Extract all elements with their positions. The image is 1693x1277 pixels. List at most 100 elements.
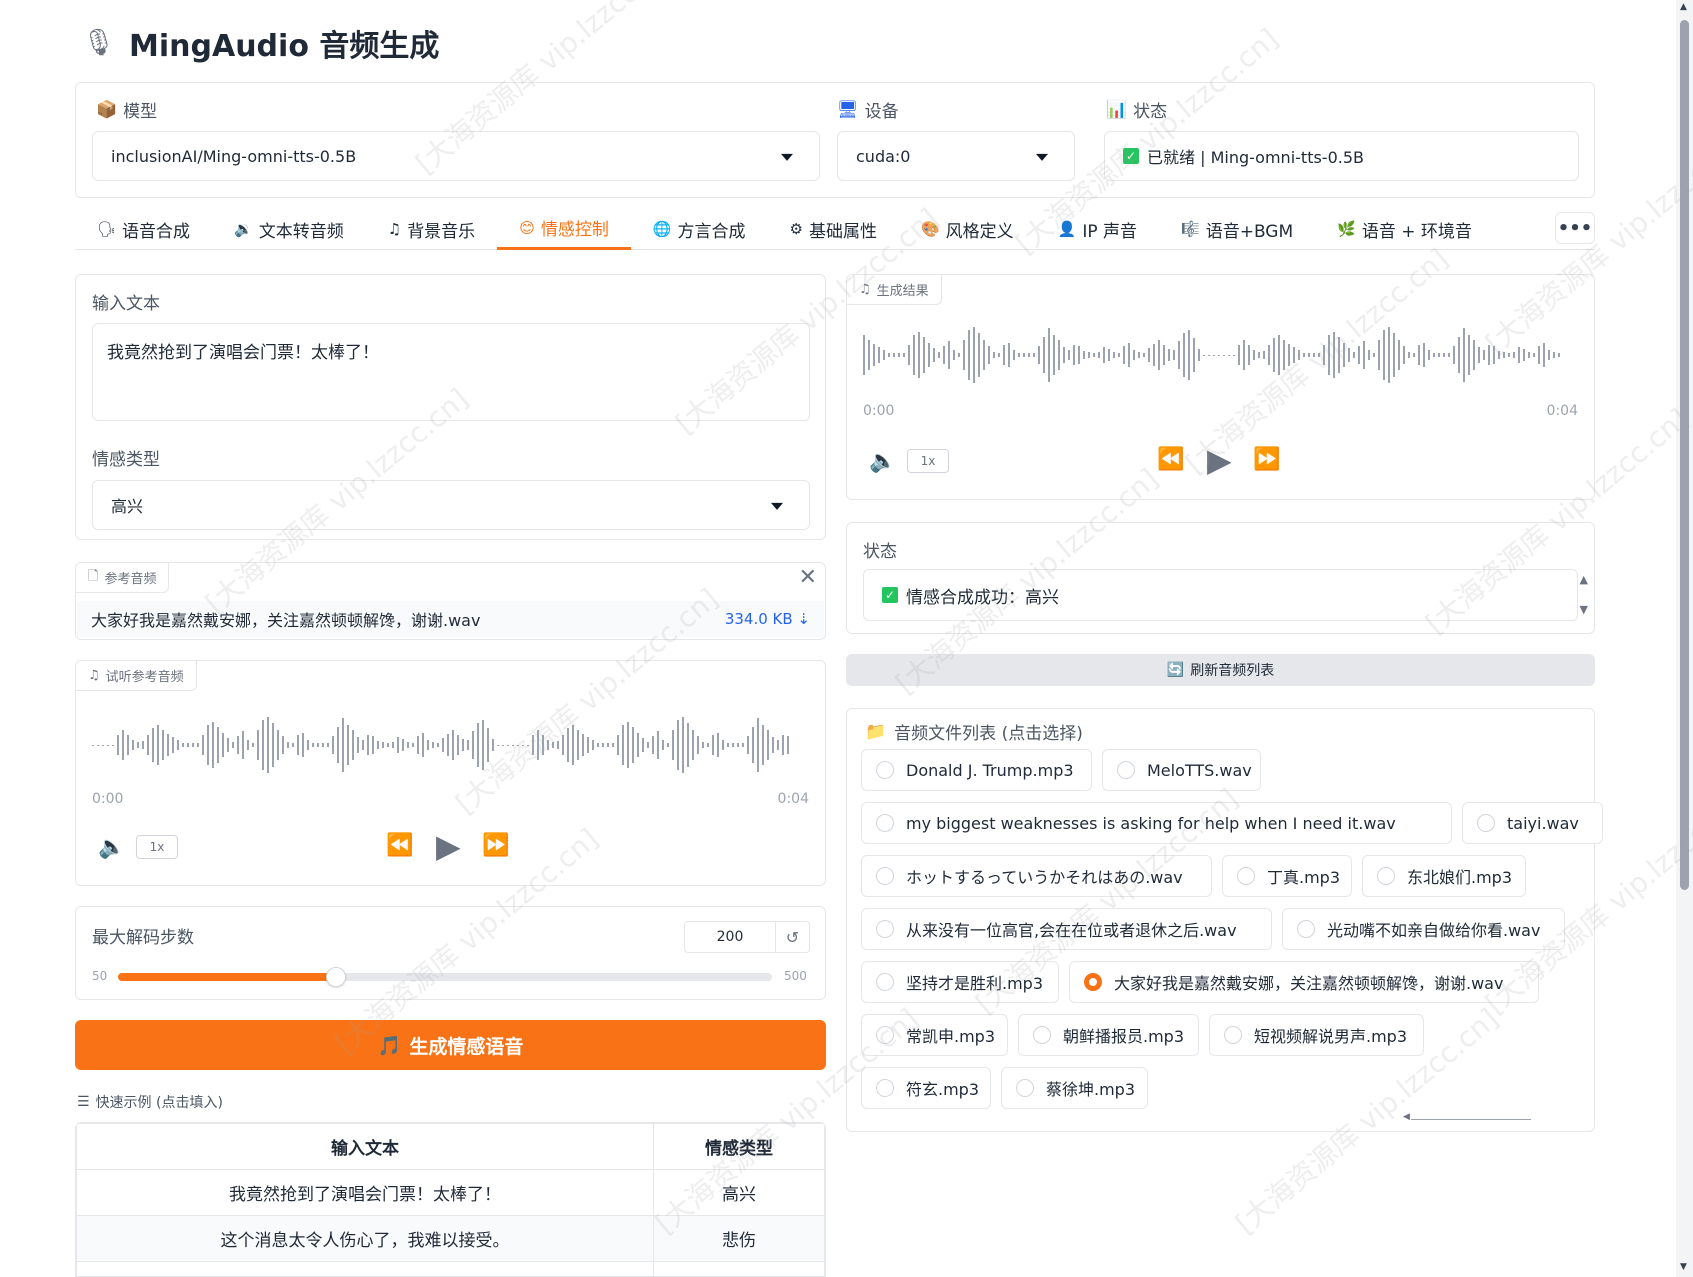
reference-file-row[interactable]: 大家好我是嘉然戴安娜，关注嘉然顿顿解馋，谢谢.wav 334.0 KB ⇣ — [77, 601, 824, 637]
waveform[interactable] — [863, 319, 1578, 391]
scrollbar-thumb[interactable] — [1680, 20, 1689, 890]
radio-button[interactable] — [876, 761, 894, 779]
radio-button[interactable] — [876, 973, 894, 991]
tab-3[interactable]: ♫ 背景音乐 — [366, 208, 497, 250]
radio-button[interactable] — [876, 814, 894, 832]
tab-1[interactable]: 🗣 语音合成 — [75, 208, 212, 250]
waveform-bar — [302, 733, 304, 757]
audio-file-option[interactable]: 丁真.mp3 — [1222, 855, 1352, 897]
tab-8[interactable]: 👤 IP 声音 — [1036, 208, 1159, 250]
waveform-bar — [392, 742, 394, 748]
tab-4[interactable]: 😊 情感控制 — [497, 208, 631, 250]
audio-file-option[interactable]: 蔡徐坤.mp3 — [1001, 1067, 1148, 1109]
table-row[interactable] — [76, 1261, 825, 1276]
audio-file-option[interactable]: 大家好我是嘉然戴安娜，关注嘉然顿顿解馋，谢谢.wav — [1069, 961, 1539, 1003]
tab-2[interactable]: 🔉 文本转音频 — [212, 208, 366, 250]
status-field: ✓ 已就绪 | Ming-omni-tts-0.5B — [1104, 131, 1579, 181]
audio-file-option[interactable]: taiyi.wav — [1462, 802, 1603, 844]
more-tabs-button[interactable]: ••• — [1555, 212, 1595, 244]
volume-icon[interactable]: 🔈 — [98, 835, 125, 860]
reset-icon[interactable]: ↺ — [776, 921, 810, 953]
waveform-bar — [1308, 353, 1310, 357]
close-icon[interactable]: ✕ — [799, 565, 817, 590]
table-cell[interactable]: 这个消息太令人伤心了，我难以接受。 — [76, 1215, 654, 1262]
radio-button[interactable] — [876, 920, 894, 938]
scroll-down-icon[interactable]: ▼ — [1680, 1262, 1687, 1272]
tab-5[interactable]: 🌐 方言合成 — [631, 208, 768, 250]
scroll-up-icon[interactable]: ▲ — [1580, 573, 1588, 586]
radio-button[interactable] — [1016, 1079, 1034, 1097]
radio-button[interactable] — [1297, 920, 1315, 938]
waveform-bar — [337, 727, 339, 763]
audio-file-option[interactable]: 坚持才是胜利.mp3 — [861, 961, 1059, 1003]
audio-file-option[interactable]: 光动嘴不如亲自做给你看.wav — [1282, 908, 1565, 950]
refresh-audio-list-button[interactable]: 🔄 刷新音频列表 — [846, 654, 1595, 686]
scroll-up-icon[interactable]: ▲ — [1680, 2, 1687, 12]
rewind-icon[interactable]: ⏪ — [386, 833, 413, 858]
radio-button[interactable] — [876, 1079, 894, 1097]
table-cell[interactable] — [76, 1261, 654, 1276]
audio-file-option[interactable]: ホットするっていうかそれはあの.wav — [861, 855, 1212, 897]
radio-button[interactable] — [1237, 867, 1255, 885]
fast-forward-icon[interactable]: ⏩ — [482, 833, 509, 858]
emotion-select[interactable]: 高兴 — [92, 480, 810, 530]
model-select[interactable]: inclusionAI/Ming-omni-tts-0.5B — [92, 131, 820, 181]
table-row[interactable]: 这个消息太令人伤心了，我难以接受。 悲伤 — [76, 1215, 825, 1262]
waveform-bar — [137, 742, 139, 748]
audio-file-option[interactable]: 朝鲜播报员.mp3 — [1018, 1014, 1199, 1056]
time-start: 0:00 — [863, 403, 895, 419]
waveform-bar — [432, 742, 434, 748]
radio-button[interactable] — [1117, 761, 1135, 779]
download-link[interactable]: 334.0 KB ⇣ — [725, 610, 810, 628]
rewind-icon[interactable]: ⏪ — [1157, 447, 1184, 472]
tab-label: 语音 + 环境音 — [1361, 221, 1472, 242]
audio-file-option[interactable]: 从来没有一位高官,会在在位或者退休之后.wav — [861, 908, 1272, 950]
radio-button[interactable] — [1224, 1026, 1242, 1044]
table-cell[interactable]: 我竟然抢到了演唱会门票！太棒了！ — [76, 1169, 654, 1216]
tab-7[interactable]: 🎨 风格定义 — [899, 208, 1036, 250]
table-cell[interactable]: 悲伤 — [653, 1215, 825, 1262]
table-cell[interactable] — [653, 1261, 825, 1276]
waveform-bar — [888, 353, 890, 357]
waveform[interactable] — [92, 709, 807, 781]
file-icon: 🗋 — [88, 568, 99, 584]
waveform-bar — [1373, 353, 1375, 357]
play-icon[interactable]: ▶ — [436, 827, 461, 865]
audio-file-option[interactable]: 短视频解说男声.mp3 — [1209, 1014, 1424, 1056]
slider-thumb[interactable] — [325, 967, 346, 987]
volume-icon[interactable]: 🔈 — [869, 449, 896, 474]
tab-9[interactable]: 🎼 语音+BGM — [1159, 208, 1315, 250]
waveform-bar — [1138, 352, 1140, 358]
audio-file-option[interactable]: 东北娘们.mp3 — [1362, 855, 1526, 897]
input-textarea[interactable]: 我竟然抢到了演唱会门票！太棒了！ — [92, 323, 810, 421]
radio-button[interactable] — [1033, 1026, 1051, 1044]
playback-speed-button[interactable]: 1x — [907, 449, 949, 473]
radio-button[interactable] — [1084, 973, 1102, 991]
decode-steps-input[interactable]: 200 — [684, 921, 776, 953]
waveform-bar — [1043, 337, 1045, 373]
radio-button[interactable] — [876, 1026, 894, 1044]
scroll-down-icon[interactable]: ▼ — [1580, 603, 1588, 616]
table-cell[interactable]: 高兴 — [653, 1169, 825, 1216]
table-row[interactable]: 我竟然抢到了演唱会门票！太棒了！ 高兴 — [76, 1169, 825, 1216]
waveform-bar — [542, 735, 544, 755]
radio-button[interactable] — [1377, 867, 1395, 885]
fast-forward-icon[interactable]: ⏩ — [1253, 447, 1280, 472]
waveform-bar — [873, 344, 875, 366]
device-select[interactable]: cuda:0 — [837, 131, 1075, 181]
generate-emotion-button[interactable]: 🎵 生成情感语音 — [75, 1020, 826, 1070]
radio-button[interactable] — [1477, 814, 1495, 832]
audio-file-option[interactable]: MeloTTS.wav — [1102, 749, 1261, 791]
audio-file-option[interactable]: 常凯申.mp3 — [861, 1014, 1008, 1056]
play-icon[interactable]: ▶ — [1207, 441, 1232, 479]
audio-file-option[interactable]: Donald J. Trump.mp3 — [861, 749, 1092, 791]
radio-button[interactable] — [876, 867, 894, 885]
audio-file-option[interactable]: my biggest weaknesses is asking for help… — [861, 802, 1452, 844]
waveform-bar — [507, 744, 509, 746]
tab-6[interactable]: ⚙ 基础属性 — [768, 208, 899, 250]
playback-speed-button[interactable]: 1x — [136, 835, 178, 859]
audio-file-option[interactable]: 符玄.mp3 — [861, 1067, 991, 1109]
tab-10[interactable]: 🌿 语音 + 环境音 — [1315, 208, 1494, 250]
audio-file-name: 朝鲜播报员.mp3 — [1063, 1027, 1185, 1046]
page-scrollbar[interactable]: ▲ ▼ — [1676, 0, 1693, 1277]
